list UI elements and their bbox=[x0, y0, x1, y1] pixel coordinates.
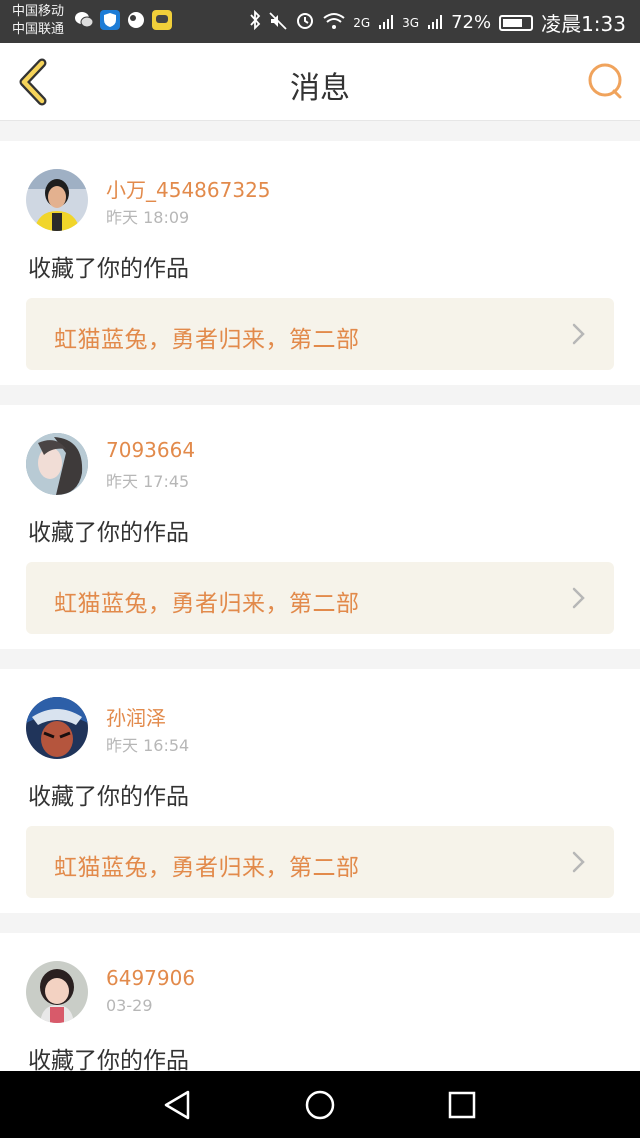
page-title: 消息 bbox=[290, 71, 350, 106]
username[interactable]: 孙润泽 bbox=[106, 702, 166, 731]
message-action: 收藏了你的作品 bbox=[28, 784, 189, 810]
avatar[interactable] bbox=[26, 169, 88, 231]
message-card: 孙润泽 昨天 16:54 收藏了你的作品 虹猫蓝兔，勇者归来，第二部 bbox=[0, 669, 640, 913]
chevron-right-icon bbox=[572, 851, 585, 873]
work-link[interactable]: 虹猫蓝兔，勇者归来，第二部 bbox=[26, 826, 614, 898]
message-action: 收藏了你的作品 bbox=[28, 1048, 189, 1071]
nav-home-button[interactable] bbox=[300, 1085, 340, 1125]
status-bar: 中国移动 中国联通 2G 3G 72% 凌晨1:33 bbox=[0, 0, 640, 43]
carrier-2: 中国联通 bbox=[12, 22, 65, 37]
work-link[interactable]: 虹猫蓝兔，勇者归来，第二部 bbox=[26, 562, 614, 634]
carrier-info: 中国移动 中国联通 bbox=[12, 3, 64, 39]
avatar[interactable] bbox=[26, 697, 88, 759]
chevron-right-icon bbox=[572, 323, 585, 345]
work-title: 虹猫蓝兔，勇者归来，第二部 bbox=[54, 591, 360, 617]
avatar[interactable] bbox=[26, 433, 88, 495]
chat-app-icon bbox=[152, 10, 172, 30]
notification-icons bbox=[74, 10, 172, 30]
work-title: 虹猫蓝兔，勇者归来，第二部 bbox=[54, 327, 360, 353]
circle-home-icon bbox=[305, 1090, 335, 1120]
work-title: 虹猫蓝兔，勇者归来，第二部 bbox=[54, 855, 360, 881]
carrier-1: 中国移动 bbox=[12, 4, 65, 19]
nav-back-button[interactable] bbox=[158, 1085, 198, 1125]
message-action: 收藏了你的作品 bbox=[28, 520, 189, 546]
wifi-icon bbox=[323, 11, 345, 35]
globe-icon bbox=[126, 10, 146, 30]
shield-icon bbox=[100, 10, 120, 30]
search-icon bbox=[588, 63, 622, 99]
alarm-icon bbox=[295, 10, 315, 35]
system-nav-bar bbox=[0, 1071, 640, 1138]
network-type-1: 2G bbox=[353, 15, 371, 30]
square-recent-icon bbox=[448, 1091, 476, 1119]
username[interactable]: 小万_454867325 bbox=[106, 174, 271, 203]
signal-icon-1 bbox=[378, 11, 394, 35]
username[interactable]: 6497906 bbox=[106, 966, 195, 990]
message-time: 昨天 16:54 bbox=[106, 736, 190, 755]
nav-recent-button[interactable] bbox=[442, 1085, 482, 1125]
message-card: 6497906 03-29 收藏了你的作品 bbox=[0, 933, 640, 1071]
network-type-2: 3G bbox=[402, 15, 420, 30]
wechat-icon bbox=[74, 10, 94, 30]
triangle-back-icon bbox=[164, 1090, 190, 1120]
search-button[interactable] bbox=[586, 61, 626, 101]
message-time: 昨天 17:45 bbox=[106, 472, 190, 491]
mute-icon bbox=[269, 11, 287, 35]
message-action: 收藏了你的作品 bbox=[28, 256, 189, 282]
battery-percent: 72% bbox=[451, 12, 492, 33]
clock: 凌晨1:33 bbox=[541, 12, 626, 36]
chevron-right-icon bbox=[572, 587, 585, 609]
message-time: 03-29 bbox=[106, 996, 153, 1015]
message-card: 7093664 昨天 17:45 收藏了你的作品 虹猫蓝兔，勇者归来，第二部 bbox=[0, 405, 640, 649]
avatar[interactable] bbox=[26, 961, 88, 1023]
message-list[interactable]: 小万_454867325 昨天 18:09 收藏了你的作品 虹猫蓝兔，勇者归来，… bbox=[0, 121, 640, 1071]
system-status: 2G 3G 72% 凌晨1:33 bbox=[249, 8, 626, 37]
message-card: 小万_454867325 昨天 18:09 收藏了你的作品 虹猫蓝兔，勇者归来，… bbox=[0, 141, 640, 385]
signal-icon-2 bbox=[427, 11, 443, 35]
bluetooth-icon bbox=[249, 9, 261, 35]
battery-icon bbox=[499, 14, 534, 31]
app-header: 消息 bbox=[0, 43, 640, 121]
work-link[interactable]: 虹猫蓝兔，勇者归来，第二部 bbox=[26, 298, 614, 370]
username[interactable]: 7093664 bbox=[106, 438, 195, 462]
message-time: 昨天 18:09 bbox=[106, 208, 190, 227]
